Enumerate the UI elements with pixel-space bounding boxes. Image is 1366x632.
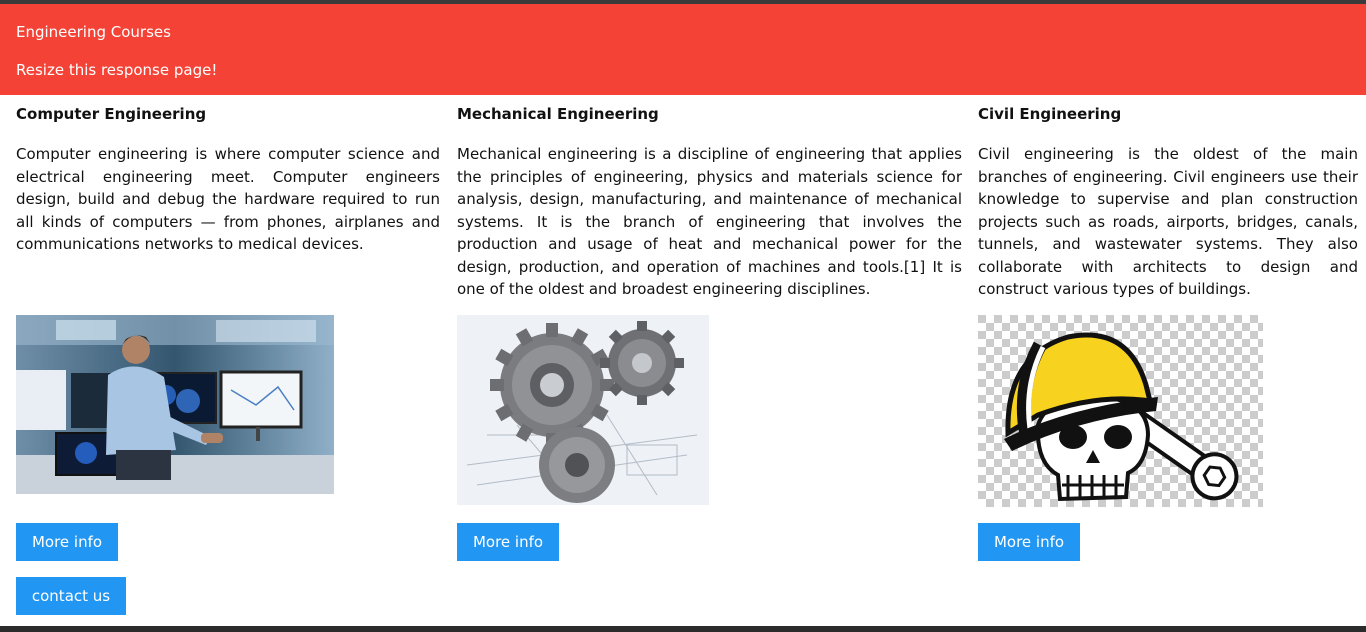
window-bottom-strip bbox=[0, 626, 1366, 632]
course-column-mechanical: Mechanical Engineering Mechanical engine… bbox=[457, 104, 962, 301]
course-column-computer: Computer Engineering Computer engineerin… bbox=[16, 104, 440, 256]
hardhat-skull-wrench-image bbox=[978, 315, 1263, 507]
contact-us-button[interactable]: contact us bbox=[16, 577, 126, 615]
page-header: Engineering Courses Resize this response… bbox=[0, 4, 1366, 95]
course-heading: Mechanical Engineering bbox=[457, 105, 659, 123]
computer-engineer-workstation-image bbox=[16, 315, 334, 494]
more-info-button-civil[interactable]: More info bbox=[978, 523, 1080, 561]
page-subtitle: Resize this response page! bbox=[16, 61, 218, 79]
course-description: Mechanical engineering is a discipline o… bbox=[457, 145, 962, 298]
course-description: Computer engineering is where computer s… bbox=[16, 145, 440, 253]
more-info-button-mechanical[interactable]: More info bbox=[457, 523, 559, 561]
course-description: Civil engineering is the oldest of the m… bbox=[978, 145, 1358, 298]
course-column-civil: Civil Engineering Civil engineering is t… bbox=[978, 104, 1358, 301]
course-heading: Civil Engineering bbox=[978, 105, 1122, 123]
more-info-button-computer[interactable]: More info bbox=[16, 523, 118, 561]
gears-on-blueprint-image bbox=[457, 315, 709, 505]
course-heading: Computer Engineering bbox=[16, 105, 207, 123]
page-title: Engineering Courses bbox=[16, 23, 171, 41]
